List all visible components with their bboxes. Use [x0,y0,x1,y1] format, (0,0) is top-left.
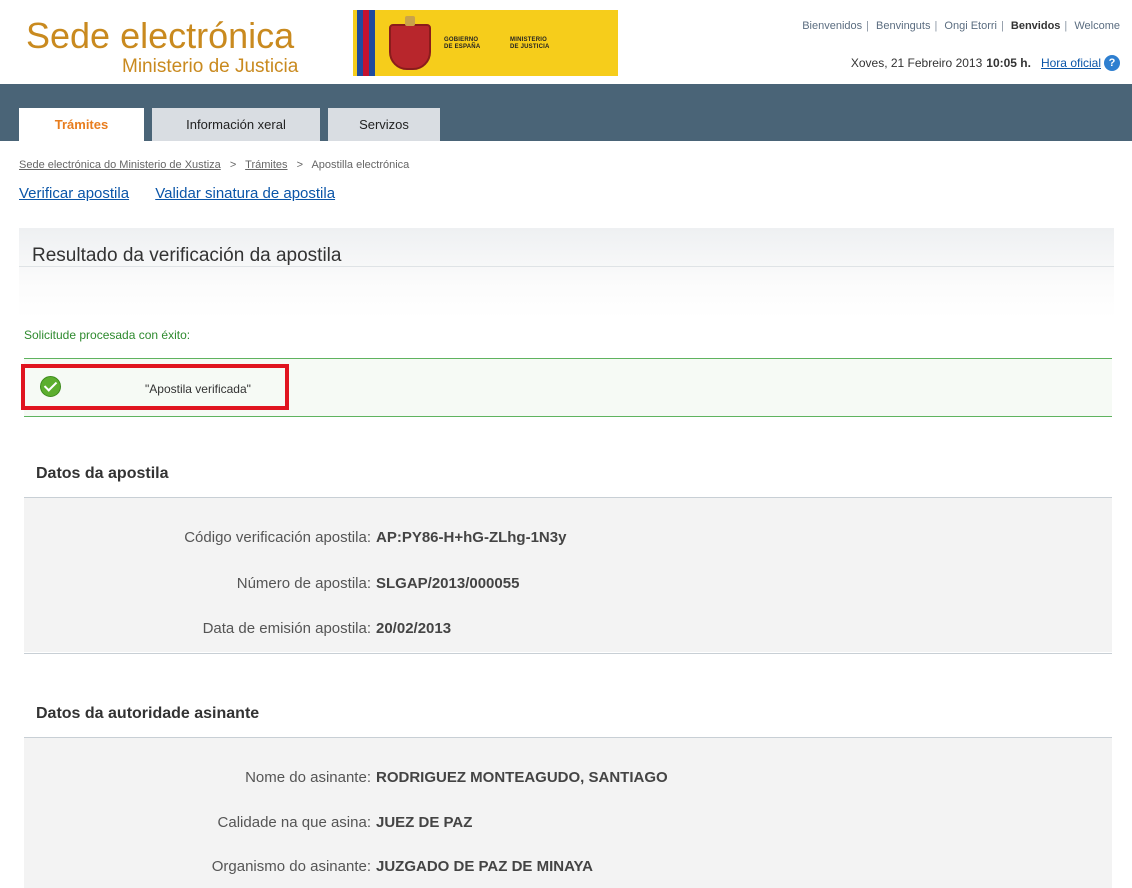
page-title: Resultado da verificación da apostila [32,245,342,266]
verification-code-value: AP:PY86-H+hG-ZLhg-1N3y [376,529,567,546]
current-time: 10:05 h. [986,56,1031,70]
signer-role-value: JUEZ DE PAZ [376,814,473,831]
tab-tramites[interactable]: Trámites [19,108,144,141]
main-nav: Trámites Información xeral Servizos [0,84,1132,141]
help-icon[interactable]: ? [1104,55,1120,71]
breadcrumb-home[interactable]: Sede electrónica do Ministerio de Xustiz… [19,159,221,171]
tab-servizos[interactable]: Servizos [328,108,440,141]
issue-date-value: 20/02/2013 [376,620,452,637]
field-label: Número de apostila: [236,575,371,592]
current-date: Xoves, 21 Febreiro 2013 [850,56,983,70]
field-label: Código verificación apostila: [184,529,371,546]
field-label: Nome do asinante: [245,769,371,786]
lang-ongi-etorri[interactable]: Ongi Etorri [944,20,997,32]
field-label: Organismo do asinante: [211,858,371,875]
ministry-line2: DE JUSTICIA [510,44,550,50]
official-time-link[interactable]: Hora oficial [1041,56,1101,70]
sub-navigation: Verificar apostila Validar sinatura de a… [19,185,357,202]
divider [24,358,1112,359]
breadcrumb: Sede electrónica do Ministerio de Xustiz… [19,159,409,171]
field-label: Calidade na que asina: [217,814,371,831]
brand-subtitle: Ministerio de Justicia [122,56,299,77]
brand-title[interactable]: Sede electrónica [26,18,294,54]
signer-name-value: RODRIGUEZ MONTEAGUDO, SANTIAGO [376,769,668,786]
highlight-box [21,364,289,410]
signer-organization-value: JUZGADO DE PAZ DE MINAYA [376,858,593,875]
apostille-number-value: SLGAP/2013/000055 [376,575,520,592]
validate-signature-link[interactable]: Validar sinatura de apostila [155,185,335,202]
success-message: Solicitude procesada con éxito: [24,328,191,342]
government-logo[interactable]: GOBIERNO DE ESPAÑA MINISTERIO DE JUSTICI… [353,10,618,76]
tab-informacion-xeral[interactable]: Información xeral [152,108,320,141]
breadcrumb-separator: > [296,159,304,171]
result-panel [19,228,1114,318]
gov-logo-line2: DE ESPAÑA [444,44,481,50]
divider [24,416,1112,417]
field-label: Data de emisión apostila: [202,620,371,637]
language-selector: Bienvenidos | Benvinguts | Ongi Etorri | Be… [802,20,1120,32]
breadcrumb-current: Apostilla electrónica [311,159,410,171]
date-time: Xoves, 21 Febreiro 2013 10:05 h. Hora of… [851,55,1120,71]
divider [24,497,1112,498]
apostille-section-title: Datos da apostila [36,465,169,482]
lang-welcome[interactable]: Welcome [1074,20,1120,32]
lang-benvidos[interactable]: Benvidos [1011,20,1061,32]
lang-bienvenidos[interactable]: Bienvenidos [802,20,862,32]
gov-logo-line1: GOBIERNO [444,37,479,43]
divider [24,653,1112,654]
breadcrumb-tramites[interactable]: Trámites [245,159,287,171]
authority-section-title: Datos da autoridade asinante [36,705,260,722]
verify-apostille-link[interactable]: Verificar apostila [19,185,129,202]
apostille-section [24,498,1112,652]
site-header: Sede electrónica Ministerio de Justicia … [0,0,1132,84]
divider [24,737,1112,738]
coat-of-arms-icon [389,16,431,70]
eu-flag-icon [357,10,375,76]
lang-benvinguts[interactable]: Benvinguts [876,20,930,32]
breadcrumb-separator: > [229,159,237,171]
ministry-line1: MINISTERIO [510,37,548,43]
